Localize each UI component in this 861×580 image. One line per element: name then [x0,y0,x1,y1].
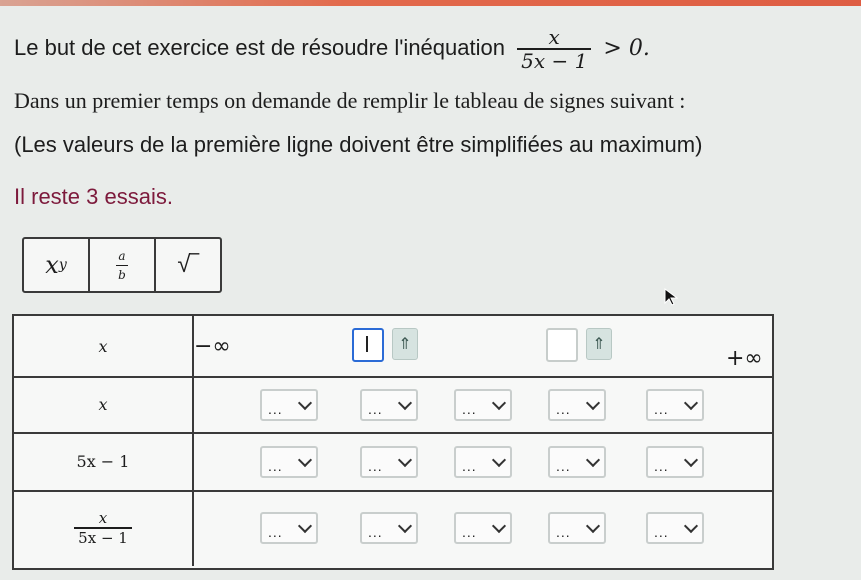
critical-value-arrow-2[interactable]: ⇑ [586,328,612,360]
table-row-sign-x: x ... ... ... ... ... [14,376,772,434]
inequality-fraction: x 5x − 1 [517,25,592,73]
sign-table: x −∞ ⇑ ⇑ +∞ x ... ... ... ... ... 5x − 1… [12,314,774,570]
inequality-rhs: > 0. [603,35,650,61]
critical-value-arrow-1[interactable]: ⇑ [392,328,418,360]
sign-select-den-2[interactable]: ... [360,446,418,478]
chevron-down-icon [683,395,699,411]
sign-select-quot-1[interactable]: ... [260,512,318,544]
power-button[interactable]: x y [24,239,90,291]
sign-select-quot-2[interactable]: ... [360,512,418,544]
sqrt-button[interactable]: √‾ [156,239,220,291]
sign-select-quot-4[interactable]: ... [548,512,606,544]
chevron-down-icon [491,395,507,411]
fraction-button[interactable]: a b [90,239,156,291]
chevron-down-icon [491,452,507,468]
minus-infinity: −∞ [194,334,231,359]
plus-infinity: +∞ [726,346,763,371]
fraction-icon: a b [116,249,128,282]
sqrt-icon: √‾ [177,251,199,278]
power-base: x [45,251,59,279]
double-up-arrow-icon: ⇑ [398,336,412,353]
sign-select-x-1[interactable]: ... [260,389,318,421]
chevron-down-icon [297,452,313,468]
statement-line-3: (Les valeurs de la première ligne doiven… [14,132,703,157]
chevron-down-icon [297,518,313,534]
text-caret [366,336,368,352]
row-header-quotient: x 5x − 1 [14,490,194,566]
critical-value-input-1[interactable] [352,328,384,362]
power-exponent: y [58,257,67,273]
math-toolbar: x y a b √‾ [22,237,222,293]
fraction-icon-den: b [118,267,126,282]
sign-select-quot-3[interactable]: ... [454,512,512,544]
inequality-denominator: 5x − 1 [521,49,588,73]
sign-select-x-3[interactable]: ... [454,389,512,421]
sign-select-x-5[interactable]: ... [646,389,704,421]
critical-value-input-2[interactable] [546,328,578,362]
chevron-down-icon [397,452,413,468]
sign-select-x-2[interactable]: ... [360,389,418,421]
sign-select-den-4[interactable]: ... [548,446,606,478]
top-decorative-strip [0,0,861,6]
chevron-down-icon [397,395,413,411]
table-row-sign-quotient: x 5x − 1 ... ... ... ... ... [14,490,772,566]
sign-select-den-1[interactable]: ... [260,446,318,478]
quotient-fraction: x 5x − 1 [74,509,132,547]
statement-line-2: Dans un premier temps on demande de remp… [14,88,686,113]
row-header-x: x [14,376,194,432]
chevron-down-icon [491,518,507,534]
quotient-numerator: x [98,509,108,527]
row-header-x-label: x [98,394,108,414]
mouse-cursor-icon [664,288,678,306]
chevron-down-icon [683,518,699,534]
chevron-down-icon [397,518,413,534]
table-row-values: x −∞ ⇑ ⇑ +∞ [14,316,772,378]
quotient-denominator: 5x − 1 [78,529,128,547]
double-up-arrow-icon: ⇑ [592,336,606,353]
fraction-icon-num: a [118,248,126,263]
tries-remaining: Il reste 3 essais. [14,184,173,209]
chevron-down-icon [297,395,313,411]
chevron-down-icon [585,395,601,411]
chevron-down-icon [683,452,699,468]
row-header-values-label: x [98,336,108,356]
row-header-values: x [14,316,194,376]
table-row-sign-denominator: 5x − 1 ... ... ... ... ... [14,432,772,492]
chevron-down-icon [585,518,601,534]
sign-select-den-5[interactable]: ... [646,446,704,478]
row-header-denominator-label: 5x − 1 [76,451,130,471]
sign-select-den-3[interactable]: ... [454,446,512,478]
statement-line-1: Le but de cet exercice est de résoudre l… [14,26,650,72]
inequality-numerator: x [548,25,560,49]
statement-intro: Le but de cet exercice est de résoudre l… [14,34,505,60]
fraction-icon-bar [116,264,128,266]
chevron-down-icon [585,452,601,468]
sign-select-quot-5[interactable]: ... [646,512,704,544]
row-header-denominator: 5x − 1 [14,432,194,490]
sign-select-x-4[interactable]: ... [548,389,606,421]
